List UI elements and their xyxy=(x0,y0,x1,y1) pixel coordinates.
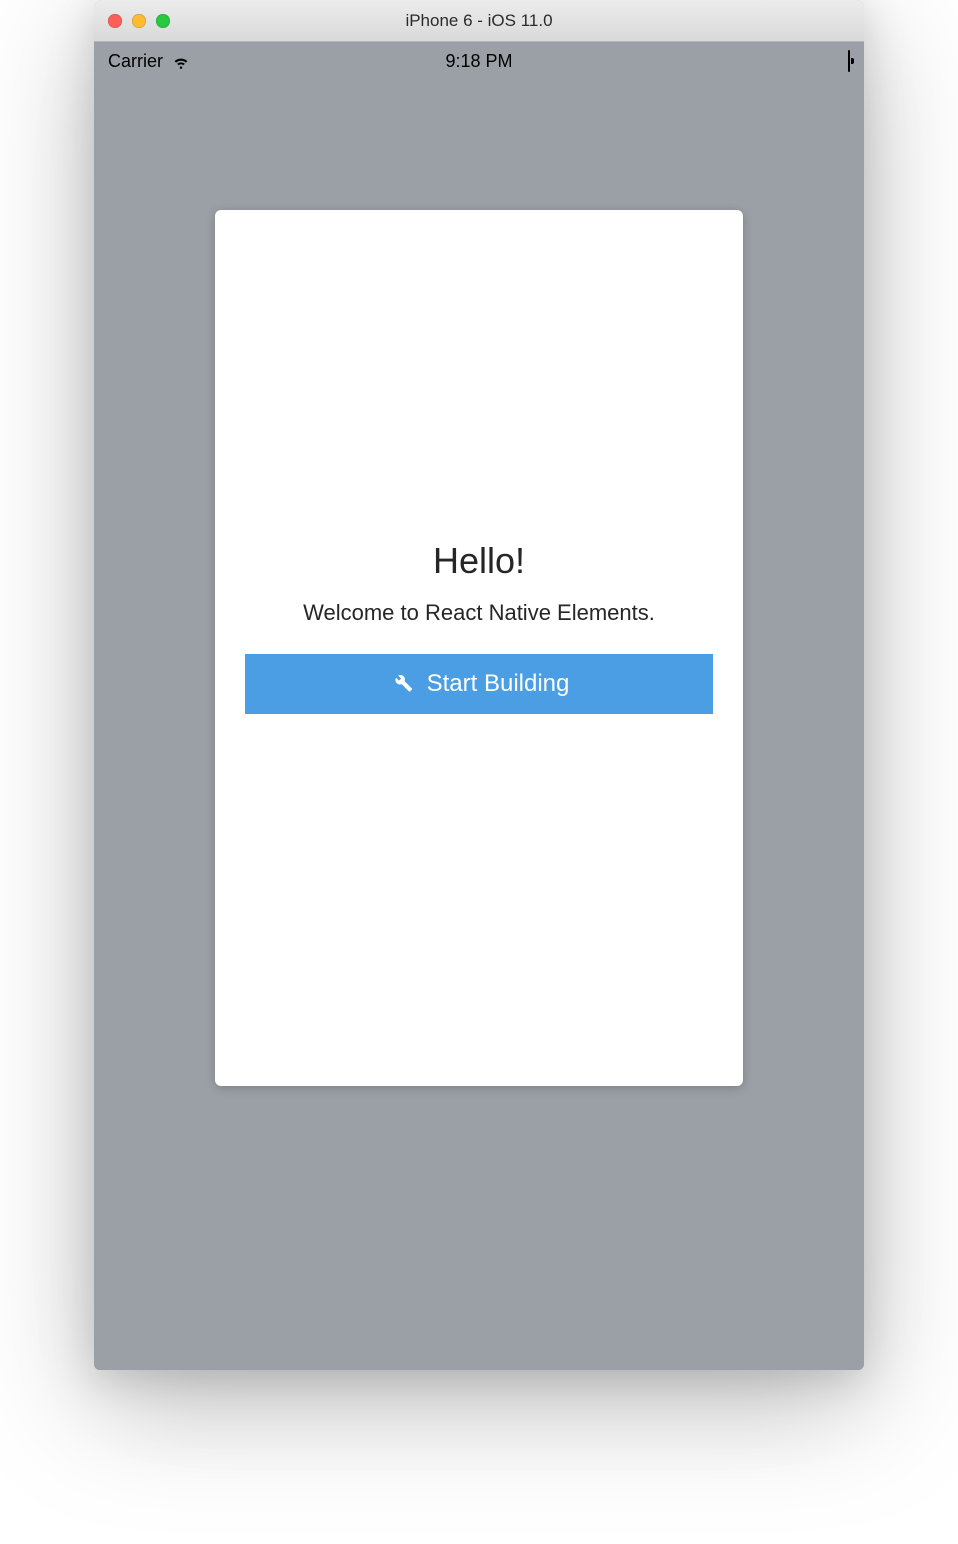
start-building-button[interactable]: Start Building xyxy=(245,654,713,714)
wifi-icon xyxy=(171,51,191,71)
simulator-screen: Hello! Welcome to React Native Elements.… xyxy=(94,80,864,1370)
window-zoom-button[interactable] xyxy=(156,14,170,28)
card-title: Hello! xyxy=(245,540,713,582)
window-close-button[interactable] xyxy=(108,14,122,28)
battery-icon xyxy=(848,51,850,72)
start-building-button-label: Start Building xyxy=(427,670,570,698)
ios-status-bar: Carrier 9:18 PM xyxy=(94,42,864,80)
macos-titlebar: iPhone 6 - iOS 11.0 xyxy=(94,0,864,42)
carrier-label: Carrier xyxy=(108,51,163,72)
traffic-lights xyxy=(108,14,170,28)
status-time: 9:18 PM xyxy=(445,51,512,72)
simulator-window: iPhone 6 - iOS 11.0 Carrier 9:18 PM Hell… xyxy=(94,0,864,1370)
wrench-icon xyxy=(389,669,413,700)
card-subtitle: Welcome to React Native Elements. xyxy=(245,600,713,626)
window-title: iPhone 6 - iOS 11.0 xyxy=(94,11,864,31)
welcome-card: Hello! Welcome to React Native Elements.… xyxy=(215,210,743,1086)
window-minimize-button[interactable] xyxy=(132,14,146,28)
